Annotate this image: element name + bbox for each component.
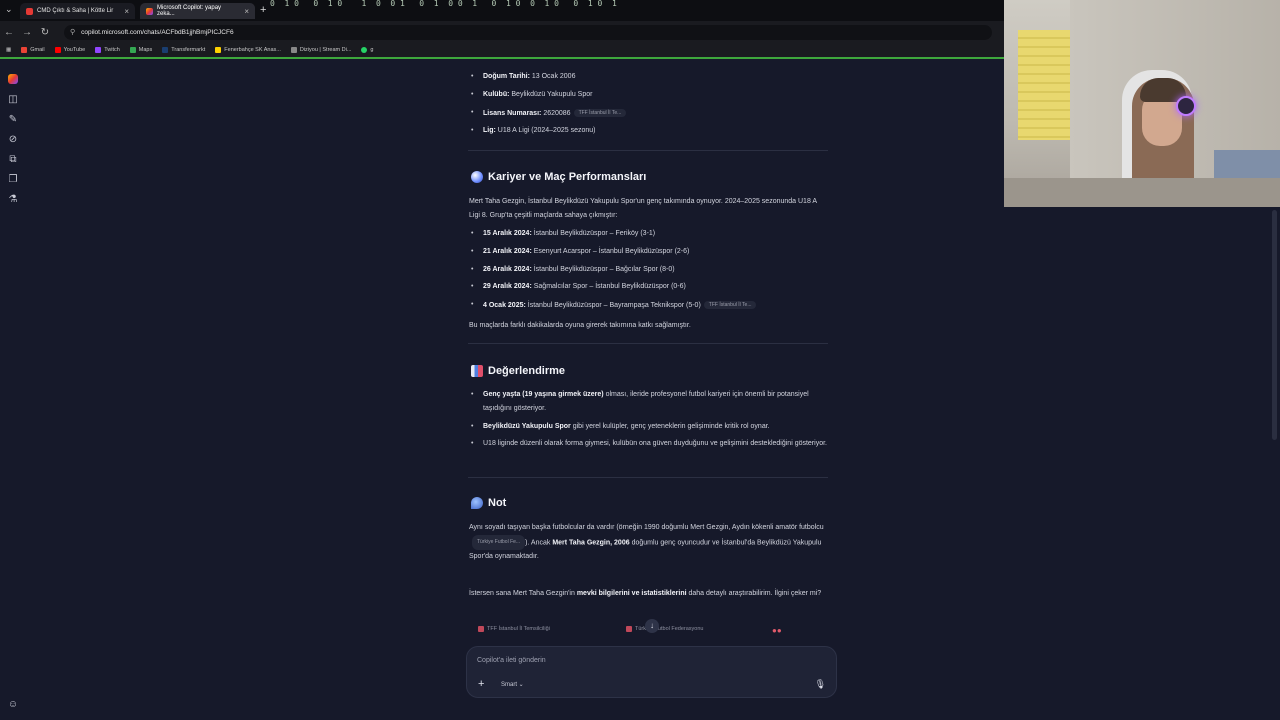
url-field[interactable]: ⚲ copilot.microsoft.com/chats/ACFbdB1jjh… xyxy=(64,24,992,40)
bookmark-whatsapp[interactable]: g xyxy=(361,47,373,53)
source-favicons-icon[interactable]: ●● xyxy=(772,626,782,635)
mode-selector[interactable]: Smart ⌄ xyxy=(501,681,524,688)
list-item: Kulübü: Beylikdüzü Yakupulu Spor xyxy=(471,91,593,98)
list-item: Doğum Tarihi: 13 Ocak 2006 xyxy=(471,73,576,80)
message-input[interactable]: Copilot'a ileti gönderin xyxy=(477,657,546,664)
webcam-overlay xyxy=(1004,0,1280,207)
section-heading-note: Not xyxy=(471,497,506,509)
citation-chip[interactable]: TFF İstanbul İl Te... xyxy=(703,301,757,309)
bookmark-diziyou[interactable]: Diziyou | Stream Di... xyxy=(290,47,351,53)
new-tab-button[interactable]: + xyxy=(260,4,266,16)
headset-light-icon xyxy=(1176,96,1196,116)
evaluation-item: Beylikdüzü Yakupulu Spor gibi yerel kulü… xyxy=(471,420,828,434)
tff-favicon-icon xyxy=(478,626,484,632)
match-item: 15 Aralık 2024: İstanbul Beylikdüzüspor … xyxy=(471,230,655,237)
new-chat-icon[interactable]: ✎ xyxy=(7,114,19,126)
site-info-icon[interactable]: ⚲ xyxy=(70,28,75,36)
tab-label: Microsoft Copilot: yapay zeka... xyxy=(157,5,222,17)
matrix-background-text: 0 1 0 0 1 0 1 0 0 1 0 1 0 0 1 0 1 0 0 1 … xyxy=(270,0,617,8)
back-arrow-icon[interactable]: ← xyxy=(0,27,18,38)
tab-cmd[interactable]: CMD Çıktı & Saha | Kötte Lir × xyxy=(20,3,135,19)
citation-chip[interactable]: TFF İstanbul İl Te... xyxy=(573,109,627,117)
match-item: 26 Aralık 2024: İstanbul Beylikdüzüspor … xyxy=(471,266,675,273)
soccer-ball-icon xyxy=(471,171,483,183)
note-paragraph: Aynı soyadı taşıyan başka futbolcular da… xyxy=(469,524,824,560)
bookmark-fenerbahce[interactable]: Fenerbahçe SK Anas... xyxy=(215,47,281,53)
source-link[interactable]: TFF İstanbul İl Temsilciliği xyxy=(478,626,550,632)
bookmark-twitch[interactable]: Twitch xyxy=(95,47,120,53)
divider xyxy=(468,150,828,151)
career-outro: Bu maçlarda farklı dakikalarda oyuna gir… xyxy=(469,322,691,329)
discover-icon[interactable]: ⊘ xyxy=(7,134,19,146)
evaluation-item: U18 liginde düzenli olarak forma giymesi… xyxy=(471,437,828,451)
match-item: 29 Aralık 2024: Sağmalcılar Spor – İstan… xyxy=(471,283,686,290)
labs-flask-icon[interactable]: ⚗ xyxy=(7,194,19,206)
scroll-down-button[interactable]: ↓ xyxy=(645,619,659,633)
address-bar-row: ← → ↻ ⚲ copilot.microsoft.com/chats/ACFb… xyxy=(0,21,1004,43)
reload-icon[interactable]: ↻ xyxy=(36,27,54,38)
webcam-window-blind xyxy=(1018,30,1070,140)
bookmark-transfermarkt[interactable]: Transfermarkt xyxy=(162,47,205,53)
add-attachment-icon[interactable]: + xyxy=(478,678,484,690)
bar-chart-icon xyxy=(471,365,483,377)
tab-copilot[interactable]: Microsoft Copilot: yapay zeka... × xyxy=(140,3,255,19)
copilot-logo-icon[interactable] xyxy=(8,74,18,84)
library-icon[interactable]: ⧉ xyxy=(7,154,19,166)
url-text: copilot.microsoft.com/chats/ACFbdB1jjhBm… xyxy=(81,28,234,36)
citation-chip[interactable]: Türkiye Futbol Fe... xyxy=(472,534,526,550)
pages-icon[interactable]: ❐ xyxy=(7,174,19,186)
profile-icon[interactable]: ☺ xyxy=(7,699,19,711)
tab-label: CMD Çıktı & Saha | Kötte Lir xyxy=(37,8,114,14)
youtube-favicon-icon xyxy=(26,7,33,15)
match-item: 4 Ocak 2025: İstanbul Beylikdüzüspor – B… xyxy=(471,301,757,309)
window-menu-icon[interactable]: ⌄ xyxy=(5,4,13,15)
followup-paragraph: İstersen sana Mert Taha Gezgin'in mevki … xyxy=(469,590,822,597)
forward-arrow-icon[interactable]: → xyxy=(18,27,36,38)
bookmark-gmail[interactable]: Gmail xyxy=(21,47,45,53)
list-item: Lig: U18 A Ligi (2024–2025 sezonu) xyxy=(471,127,596,134)
page-scrollbar[interactable] xyxy=(1272,210,1277,440)
list-item: Lisans Numarası: 2620086TFF İstanbul İl … xyxy=(471,109,627,117)
source-link[interactable]: Türkiye Futbol Federasyonu xyxy=(626,626,703,632)
close-tab-icon[interactable]: × xyxy=(124,7,129,16)
webcam-desk xyxy=(1004,178,1280,207)
evaluation-item: Genç yaşta (19 yaşına girmek üzere) olma… xyxy=(471,388,828,415)
magnifier-icon xyxy=(471,497,483,509)
close-tab-icon[interactable]: × xyxy=(244,7,249,16)
bookmark-maps[interactable]: Maps xyxy=(129,47,152,53)
sidebar-toggle-icon[interactable]: ◫ xyxy=(7,94,19,106)
microphone-icon[interactable]: 🎙 xyxy=(815,679,826,690)
message-composer[interactable]: Copilot'a ileti gönderin + Smart ⌄ 🎙 xyxy=(466,646,837,698)
section-heading-evaluation: Değerlendirme xyxy=(471,365,565,377)
copilot-sidebar: ◫ ✎ ⊘ ⧉ ❐ ⚗ ☺ xyxy=(0,61,26,720)
divider xyxy=(468,477,828,478)
bookmarks-bar: ▦ Gmail YouTube Twitch Maps Transfermark… xyxy=(0,43,1004,59)
tff-favicon-icon xyxy=(626,626,632,632)
career-intro: Mert Taha Gezgin, İstanbul Beylikdüzü Ya… xyxy=(469,198,817,219)
bookmark-youtube[interactable]: YouTube xyxy=(54,47,85,53)
bookmarks-apps-icon[interactable]: ▦ xyxy=(6,47,11,53)
section-heading-career: Kariyer ve Maç Performansları xyxy=(471,171,646,183)
divider xyxy=(468,343,828,344)
tab-bar: 0 1 0 0 1 0 1 0 0 1 0 1 0 0 1 0 1 0 0 1 … xyxy=(0,0,1004,21)
match-item: 21 Aralık 2024: Esenyurt Acarspor – İsta… xyxy=(471,248,689,255)
copilot-favicon-icon xyxy=(146,7,153,15)
